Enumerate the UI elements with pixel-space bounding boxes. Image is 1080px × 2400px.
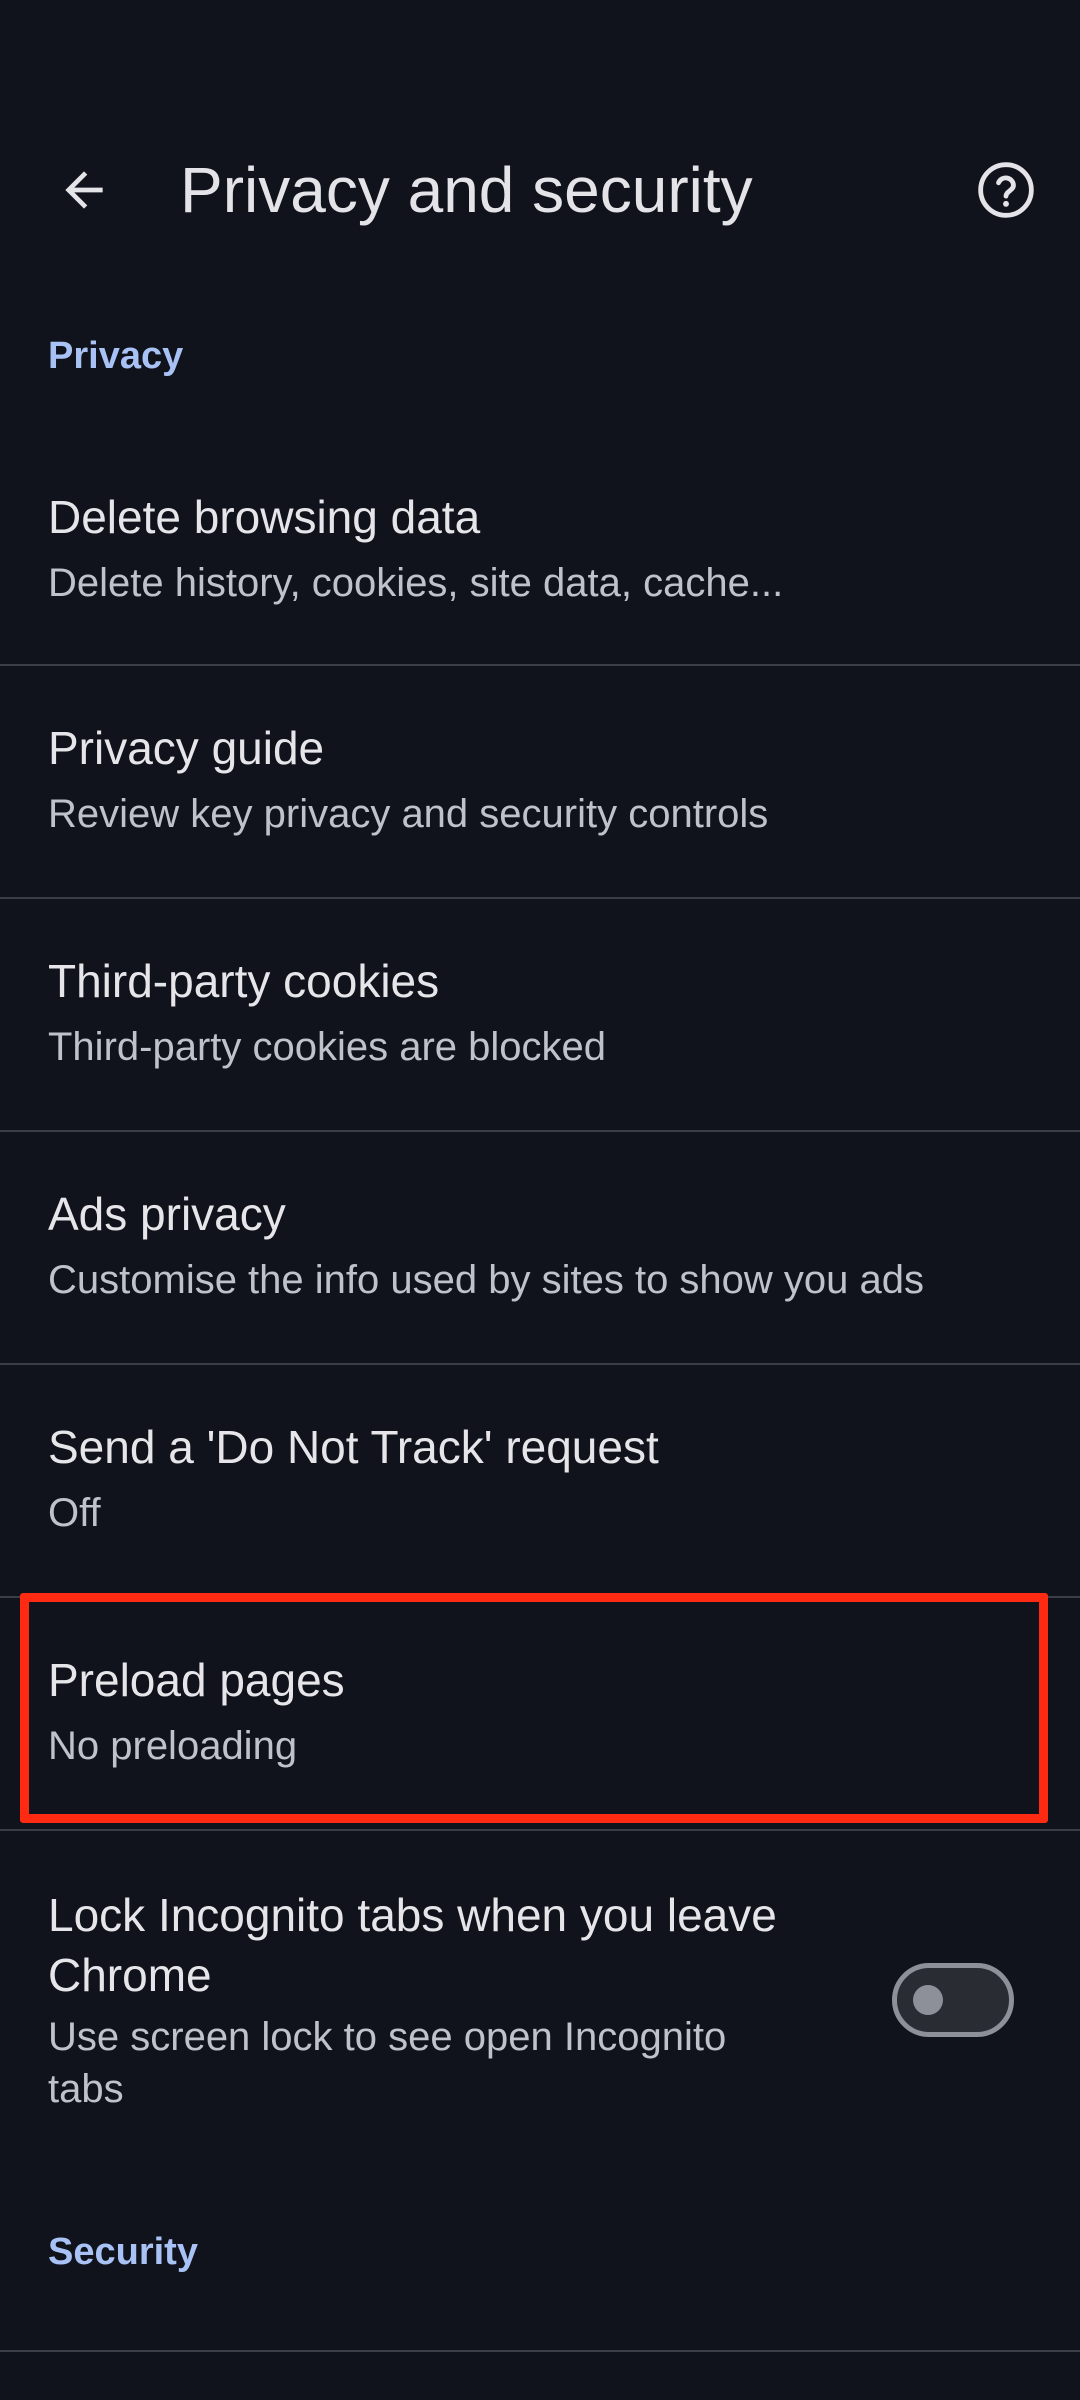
setting-title: Delete browsing data [48,491,481,543]
setting-preload-pages[interactable]: Preload pages No preloading [0,1598,1080,1830]
setting-third-party-cookies[interactable]: Third-party cookies Third-party cookies … [0,899,1080,1131]
setting-privacy-guide[interactable]: Privacy guide Review key privacy and sec… [0,666,1080,898]
help-button[interactable] [966,150,1046,230]
setting-title: Ads privacy [48,1188,286,1240]
setting-do-not-track[interactable]: Send a 'Do Not Track' request Off [0,1365,1080,1597]
app-bar: Privacy and security [0,120,1080,270]
setting-summary-line-2: tabs [48,2067,124,2111]
section-header-privacy: Privacy [48,335,184,377]
divider [0,2350,1080,2352]
setting-summary: Review key privacy and security controls [48,792,769,836]
setting-title-line-2: Chrome [48,1949,212,2001]
help-circle-icon [978,162,1034,218]
setting-delete-browsing-data[interactable]: Delete browsing data Delete history, coo… [0,435,1080,665]
toggle-thumb [913,1985,943,2015]
setting-title-line-1: Lock Incognito tabs when you leave [48,1889,777,1941]
back-button[interactable] [44,150,124,230]
setting-summary: Delete history, cookies, site data, cach… [48,561,784,605]
setting-title: Third-party cookies [48,955,440,1007]
setting-title: Privacy guide [48,722,325,774]
lock-incognito-toggle[interactable] [892,1963,1014,2037]
section-header-security: Security [48,2231,198,2273]
setting-summary: Off [48,1491,101,1535]
arrow-left-icon [65,171,103,209]
setting-title: Preload pages [48,1654,345,1706]
setting-summary: Third-party cookies are blocked [48,1025,607,1069]
setting-summary-line-1: Use screen lock to see open Incognito [48,2015,727,2059]
setting-title: Send a 'Do Not Track' request [48,1421,659,1473]
setting-summary: Customise the info used by sites to show… [48,1258,925,1302]
setting-summary: No preloading [48,1724,298,1768]
page-title: Privacy and security [180,154,753,226]
setting-ads-privacy[interactable]: Ads privacy Customise the info used by s… [0,1132,1080,1364]
